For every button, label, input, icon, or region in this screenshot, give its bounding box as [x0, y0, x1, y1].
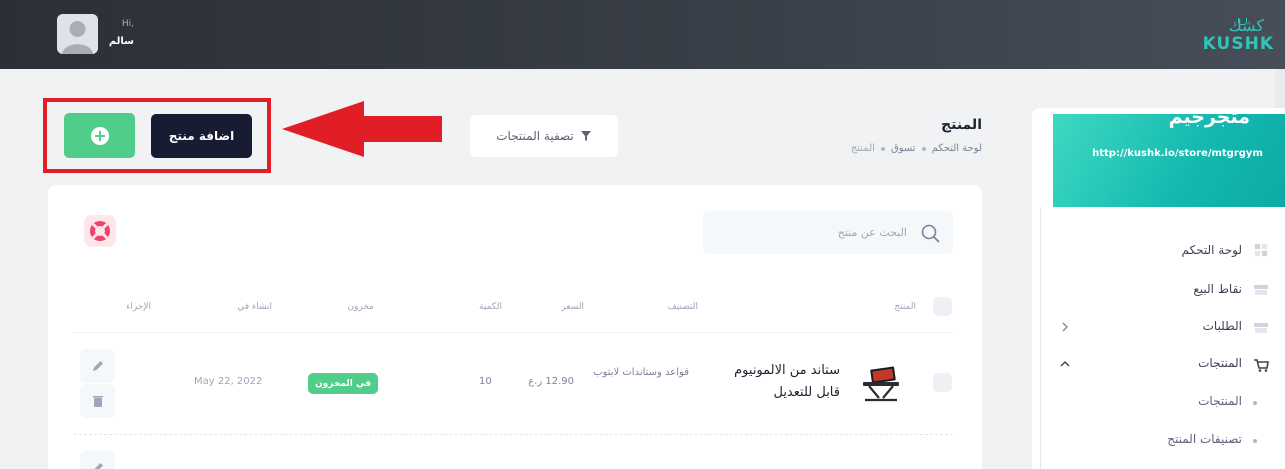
breadcrumb-dashboard[interactable]: لوحة التحكم — [932, 143, 982, 154]
add-product-button[interactable]: اضافة منتج — [151, 114, 252, 158]
search-box[interactable] — [703, 211, 953, 254]
chevron-right-icon[interactable] — [1060, 322, 1070, 332]
kushk-logo[interactable]: كشك KUSHK — [1202, 16, 1274, 54]
header-divider — [74, 332, 953, 333]
column-header-category: التصنيف — [667, 302, 698, 312]
help-button[interactable] — [84, 215, 116, 247]
user-name: سالم — [108, 36, 134, 47]
row-checkbox[interactable] — [933, 373, 952, 392]
sub-item-bullet — [1253, 439, 1257, 443]
column-header-quantity: الكمية — [479, 302, 502, 312]
logo-english: KUSHK — [1202, 34, 1274, 54]
trash-icon — [92, 396, 103, 407]
store-url[interactable]: http://kushk.io/store/mtgrgym — [1090, 144, 1265, 164]
product-category: قواعد وستاندات لابتوب — [593, 367, 689, 378]
breadcrumb: لوحة التحكم تسوق المنتج — [851, 143, 982, 154]
filter-label: تصفية المنتجات — [496, 129, 574, 143]
plus-circle-icon — [90, 126, 109, 145]
sidebar-subitem-products[interactable]: المنتجات — [1198, 394, 1242, 408]
breadcrumb-current: المنتج — [850, 143, 875, 154]
edit-button[interactable] — [80, 349, 115, 383]
scrollbar-track[interactable] — [1275, 69, 1285, 109]
store-card[interactable]: متجرجيم http://kushk.io/store/mtgrgym — [1053, 114, 1285, 207]
column-header-created: انشاء في — [237, 302, 272, 312]
pos-icon — [1254, 285, 1268, 295]
product-quantity: 10 — [479, 376, 492, 387]
cart-icon — [1254, 359, 1269, 372]
logo-cart-icon — [1238, 18, 1247, 25]
column-header-actions: الإجراء — [126, 302, 151, 312]
pencil-icon — [94, 463, 103, 469]
filter-icon — [580, 131, 591, 141]
lifebuoy-icon — [90, 221, 110, 241]
sidebar-item-dashboard[interactable]: لوحة التحكم — [1182, 243, 1243, 257]
store-name: متجرجيم — [1168, 114, 1250, 128]
chevron-up-icon[interactable] — [1060, 359, 1070, 369]
product-thumbnail[interactable] — [859, 364, 903, 404]
sidebar-divider — [1040, 207, 1041, 469]
breadcrumb-separator — [880, 146, 885, 151]
sidebar-item-products[interactable]: المنتجات — [1198, 356, 1242, 370]
sidebar-subitem-categories[interactable]: تصنيفات المنتج — [1167, 432, 1242, 446]
column-header-stock: مخزون — [347, 302, 374, 312]
sidebar-item-pos[interactable]: نقاط البيع — [1193, 282, 1242, 296]
breadcrumb-separator — [921, 146, 926, 151]
avatar[interactable] — [57, 14, 98, 54]
pencil-icon — [92, 361, 103, 371]
dashboard-icon — [1254, 243, 1268, 257]
row-divider — [74, 434, 953, 435]
column-header-price: السعر — [561, 302, 584, 312]
breadcrumb-shop[interactable]: تسوق — [891, 143, 916, 154]
top-header: Hi, سالم كشك KUSHK — [0, 0, 1285, 69]
product-price: 12.90 ر.ع — [528, 376, 574, 387]
select-all-checkbox[interactable] — [933, 297, 952, 316]
search-icon — [921, 224, 940, 243]
sidebar-item-orders[interactable]: الطلبات — [1203, 319, 1242, 333]
search-input[interactable] — [717, 211, 907, 254]
sub-item-bullet — [1253, 401, 1257, 405]
product-name[interactable]: ستاند من الالمونيوم قابل للتعديل — [710, 360, 840, 404]
red-arrow-annotation — [282, 101, 442, 157]
created-date: May 22, 2022 — [194, 376, 263, 387]
column-header-product: المنتج — [894, 302, 916, 312]
edit-button[interactable] — [80, 451, 115, 469]
user-silhouette-icon — [57, 14, 98, 54]
status-badge: في المخزون — [308, 373, 378, 394]
filter-products-button[interactable]: تصفية المنتجات — [470, 115, 618, 157]
greeting-text: Hi, — [121, 19, 134, 29]
add-product-plus-button[interactable] — [64, 113, 135, 158]
page-title: المنتج — [941, 117, 982, 133]
delete-button[interactable] — [80, 384, 115, 418]
orders-icon — [1254, 323, 1268, 333]
